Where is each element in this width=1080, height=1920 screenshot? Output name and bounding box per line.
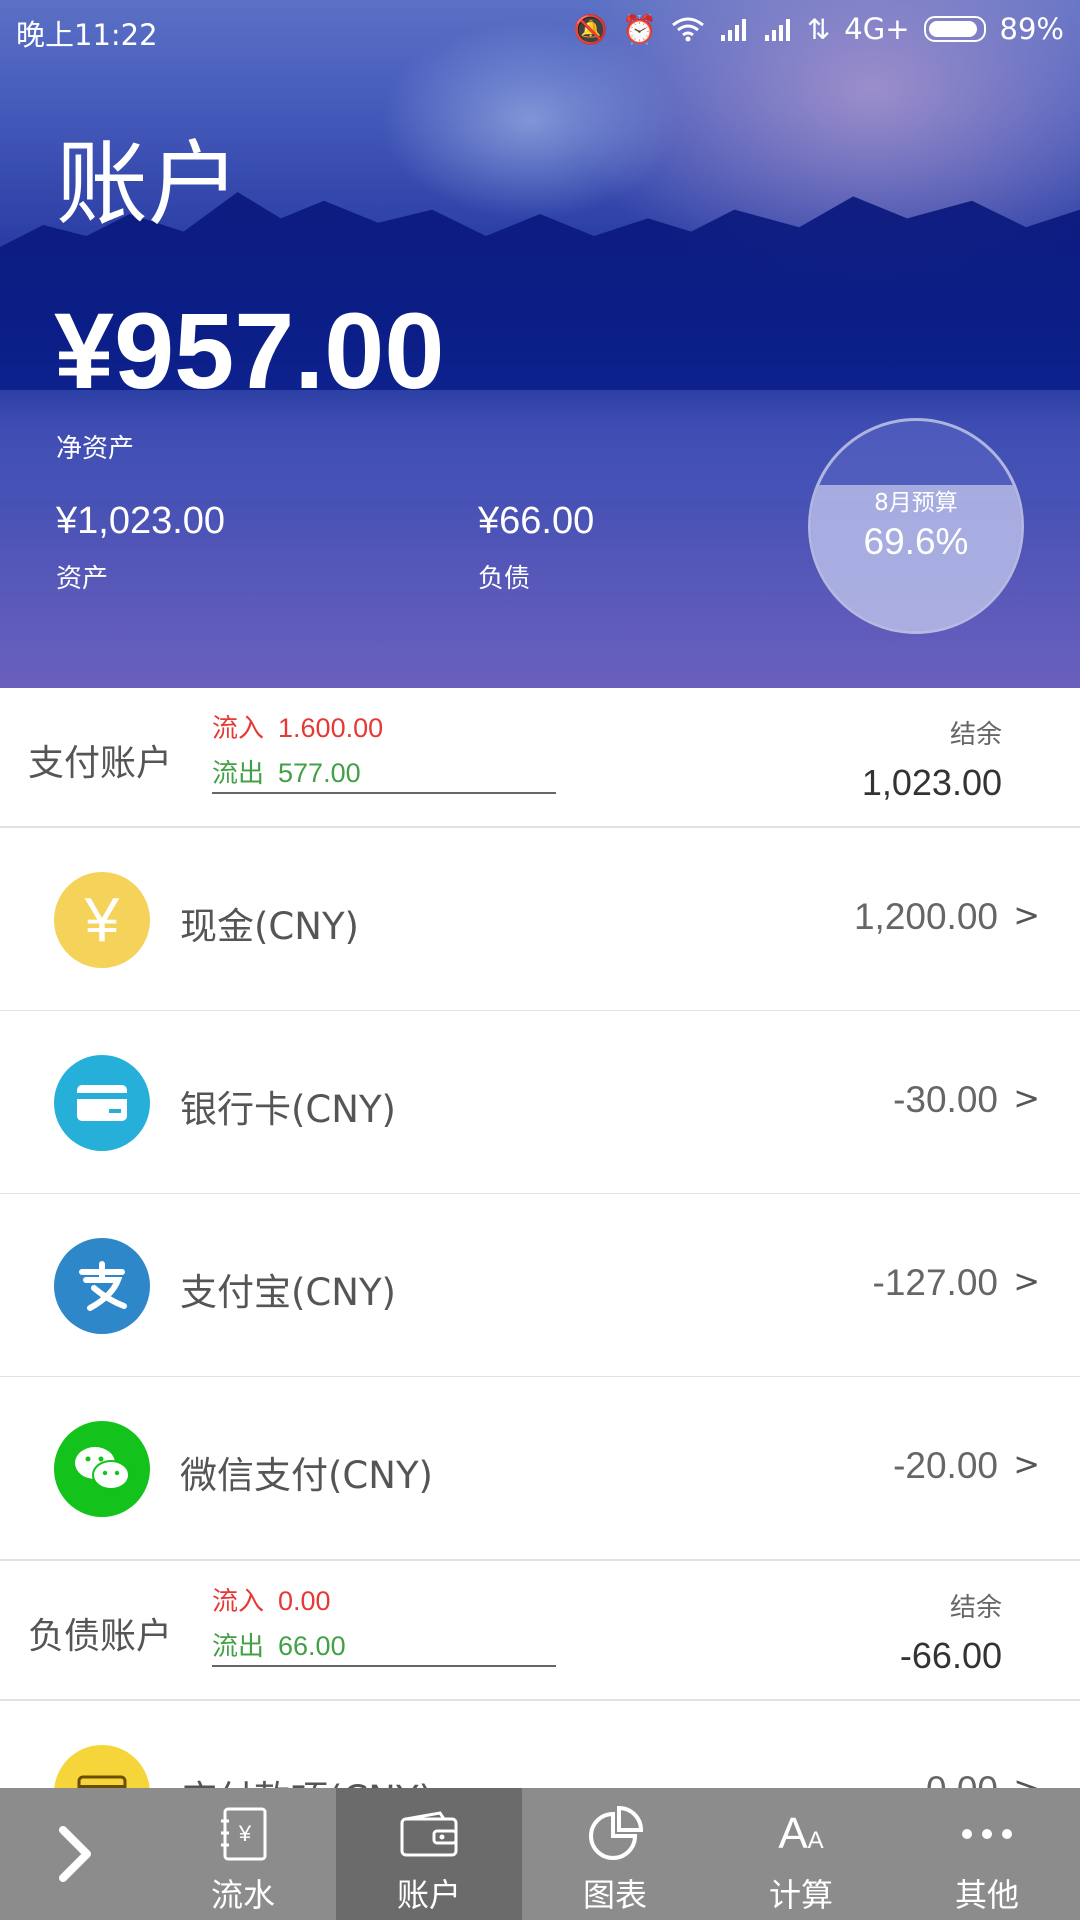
- net-assets-value: ¥957.00: [54, 290, 445, 411]
- inflow: 流入 1.600.00: [212, 706, 556, 751]
- status-bar: 晚上11:22 🔕 ⏰ ⇅ 4G+ 89%: [0, 0, 1080, 58]
- mute-icon: 🔕: [573, 12, 608, 46]
- balance-value: -66.00: [899, 1635, 1002, 1676]
- tab-label: 计算: [768, 1876, 833, 1914]
- ledger-icon: ¥: [150, 1806, 336, 1862]
- account-row-bank-card[interactable]: 银行卡(CNY) -30.00 >: [0, 1011, 1080, 1195]
- net-assets-label: 净资产: [56, 434, 135, 464]
- signal-icon: [764, 19, 790, 41]
- data-arrows-icon: ⇅: [806, 12, 831, 46]
- outflow: 流出 66.00: [212, 1624, 556, 1669]
- outflow-value: 577.00: [278, 758, 361, 788]
- balance-label: 结余: [949, 1593, 1002, 1623]
- flow-summary: 流入 0.00 流出 66.00: [212, 1579, 556, 1667]
- tab-charts[interactable]: 图表: [522, 1788, 708, 1920]
- account-amount: -20.00: [893, 1445, 998, 1486]
- header-banner: 晚上11:22 🔕 ⏰ ⇅ 4G+ 89% 账户 ¥957.00 净资产 ¥1,…: [0, 0, 1080, 688]
- account-amount: -127.00: [872, 1262, 999, 1303]
- payment-accounts-summary[interactable]: 支付账户 流入 1.600.00 流出 577.00 结余 1,023.00: [0, 688, 1080, 828]
- flow-summary: 流入 1.600.00 流出 577.00: [212, 706, 556, 794]
- svg-text:¥: ¥: [238, 1821, 252, 1846]
- section-title: 支付账户: [28, 743, 173, 784]
- balance-label: 结余: [949, 720, 1002, 750]
- chevron-right-icon: [59, 1826, 91, 1882]
- chevron-right-icon: >: [1013, 896, 1040, 934]
- outflow-label: 流出: [212, 1632, 265, 1662]
- bank-card-icon: [54, 1055, 150, 1151]
- inflow-value: 0.00: [278, 1586, 331, 1616]
- liability-accounts-summary[interactable]: 负债账户 流入 0.00 流出 66.00 结余 -66.00: [0, 1561, 1080, 1701]
- tab-calculate[interactable]: AA 计算: [708, 1788, 894, 1920]
- account-row-cash[interactable]: ¥ 现金(CNY) 1,200.00 >: [0, 828, 1080, 1012]
- section-title: 负债账户: [28, 1616, 173, 1657]
- battery-percent: 89%: [999, 12, 1064, 46]
- alipay-icon: [54, 1238, 150, 1334]
- tab-label: 账户: [396, 1876, 461, 1914]
- budget-label: 8月预算: [874, 490, 958, 516]
- account-amount: -30.00: [893, 1079, 998, 1120]
- chevron-right-icon: >: [1013, 1445, 1040, 1483]
- account-row-alipay[interactable]: 支付宝(CNY) -127.00 >: [0, 1194, 1080, 1378]
- balance-value: 1,023.00: [861, 762, 1002, 803]
- inflow-label: 流入: [212, 714, 265, 744]
- tab-label: 其他: [954, 1876, 1019, 1914]
- bottom-navigation: ¥ 流水 账户 图表 AA 计算 其他: [0, 1788, 1080, 1920]
- liabilities-label: 负债: [478, 564, 531, 594]
- wallet-icon: [336, 1806, 522, 1862]
- chevron-right-icon: >: [1013, 1079, 1040, 1117]
- assets-value: ¥1,023.00: [56, 500, 226, 542]
- wechat-icon: [54, 1421, 150, 1517]
- assets-label: 资产: [56, 564, 109, 594]
- account-amount: 1,200.00: [853, 896, 998, 937]
- outflow-value: 66.00: [278, 1631, 346, 1661]
- inflow-label: 流入: [212, 1587, 265, 1617]
- network-type: 4G+: [844, 12, 910, 46]
- outflow-label: 流出: [212, 759, 265, 789]
- chevron-right-icon: >: [1013, 1262, 1040, 1300]
- wifi-icon: [671, 17, 704, 42]
- signal-icon: [720, 19, 746, 41]
- pie-chart-icon: [522, 1806, 708, 1862]
- status-time: 晚上11:22: [16, 18, 158, 52]
- account-name: 银行卡(CNY): [180, 1088, 396, 1131]
- account-name: 支付宝(CNY): [180, 1271, 396, 1314]
- expand-arrow-button[interactable]: [0, 1788, 150, 1920]
- account-name: 微信支付(CNY): [180, 1454, 433, 1497]
- account-name: 现金(CNY): [180, 905, 359, 948]
- alarm-icon: ⏰: [621, 12, 657, 46]
- tab-label: 流水: [210, 1876, 275, 1914]
- font-size-icon: AA: [778, 1809, 824, 1858]
- tab-more[interactable]: 其他: [894, 1788, 1080, 1920]
- inflow-value: 1.600.00: [278, 713, 384, 743]
- tab-label: 图表: [582, 1876, 647, 1914]
- budget-gauge[interactable]: 8月预算 69.6%: [808, 418, 1024, 634]
- inflow: 流入 0.00: [212, 1579, 556, 1624]
- liabilities-value: ¥66.00: [478, 500, 595, 542]
- more-icon: [894, 1806, 1080, 1862]
- tab-accounts[interactable]: 账户: [336, 1788, 522, 1920]
- yen-icon: ¥: [54, 872, 150, 968]
- battery-icon: [923, 16, 986, 42]
- account-row-wechat[interactable]: 微信支付(CNY) -20.00 >: [0, 1377, 1080, 1561]
- outflow: 流出 577.00: [212, 751, 556, 796]
- tab-ledger[interactable]: ¥ 流水: [150, 1788, 336, 1920]
- budget-percent: 69.6%: [863, 521, 969, 562]
- page-title: 账户: [56, 131, 241, 238]
